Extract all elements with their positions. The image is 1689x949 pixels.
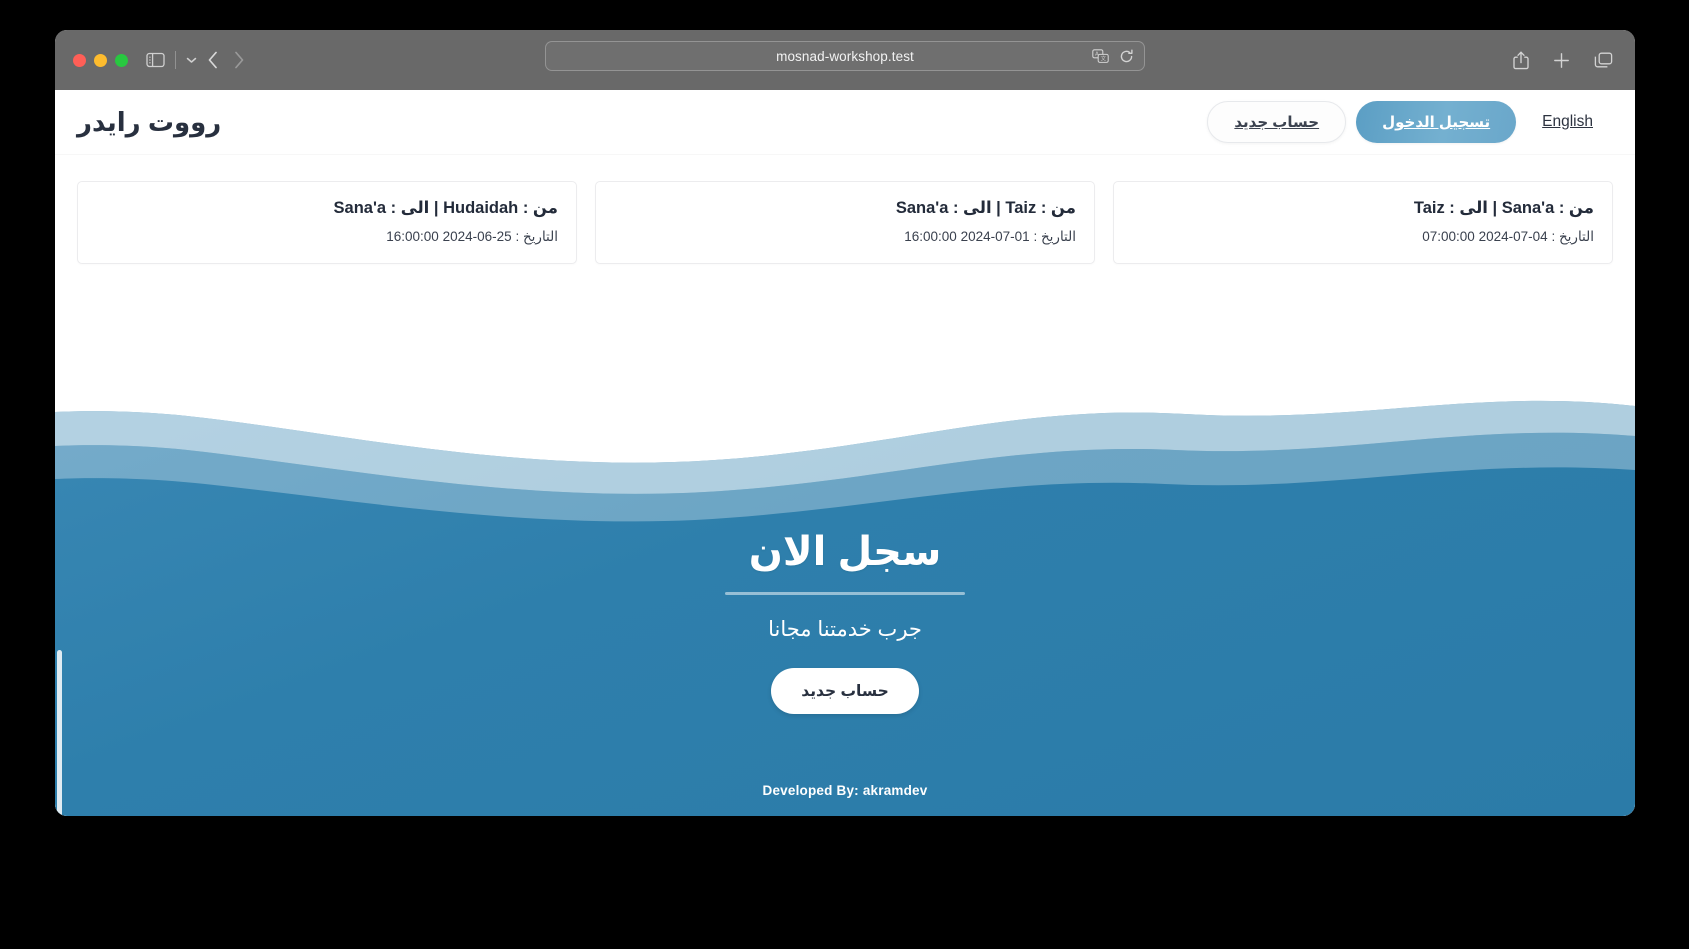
translate-icon[interactable]: A 文 [1092, 48, 1109, 64]
trip-date: التاريخ : 01-07-2024 16:00:00 [904, 228, 1076, 244]
nav-language-switcher[interactable]: English [1526, 113, 1609, 131]
address-bar[interactable]: mosnad-workshop.test A 文 [545, 41, 1145, 71]
hero-divider [725, 592, 965, 595]
hero-section: سجل الان جرب خدمتنا مجانا حساب جديد Deve… [55, 378, 1635, 816]
navigation-buttons [207, 51, 245, 69]
back-arrow-icon[interactable] [207, 51, 219, 69]
hero-title: سجل الان [748, 530, 942, 574]
desktop-backdrop: mosnad-workshop.test A 文 حساب جديد تسجيل… [0, 0, 1689, 949]
toolbar-right-actions [1513, 30, 1613, 90]
navbar-links: حساب جديد تسجيل الدخول English [1207, 101, 1609, 143]
tab-overview-icon[interactable] [1594, 52, 1613, 69]
maximize-window-button[interactable] [115, 53, 128, 67]
sidebar-toggle-group [146, 51, 197, 69]
site-brand-title[interactable]: رووت رايدر [77, 107, 221, 138]
hero-content: سجل الان جرب خدمتنا مجانا حساب جديد [55, 528, 1635, 714]
toolbar-divider [175, 51, 176, 69]
page-scrollbar[interactable] [57, 650, 62, 816]
forward-arrow-icon[interactable] [233, 51, 245, 69]
trip-route: من : Taiz | الى : Sana'a [895, 199, 1076, 217]
nav-login-button[interactable]: تسجيل الدخول [1356, 101, 1517, 143]
trip-card[interactable]: من : Hudaidah | الى : Sana'a التاريخ : 2… [77, 181, 577, 264]
browser-window: mosnad-workshop.test A 文 حساب جديد تسجيل… [55, 30, 1635, 816]
nav-register-button[interactable]: حساب جديد [1207, 101, 1347, 143]
address-bar-container: mosnad-workshop.test A 文 [545, 41, 1145, 71]
share-icon[interactable] [1513, 51, 1529, 70]
address-bar-actions: A 文 [1092, 42, 1134, 70]
chevron-down-icon[interactable] [186, 56, 197, 64]
hero-register-button[interactable]: حساب جديد [771, 668, 919, 714]
url-text: mosnad-workshop.test [776, 48, 914, 64]
hero-subtitle: جرب خدمتنا مجانا [768, 618, 922, 641]
trips-list: من : Sana'a | الى : Taiz التاريخ : 04-07… [55, 155, 1635, 378]
trip-route: من : Hudaidah | الى : Sana'a [333, 199, 558, 217]
sidebar-icon[interactable] [146, 52, 165, 68]
trip-card[interactable]: من : Taiz | الى : Sana'a التاريخ : 01-07… [595, 181, 1095, 264]
close-window-button[interactable] [73, 53, 86, 67]
wave-decoration-icon [55, 378, 1635, 522]
trip-date: التاريخ : 25-06-2024 16:00:00 [386, 228, 558, 244]
browser-toolbar: mosnad-workshop.test A 文 [55, 30, 1635, 90]
page-viewport: حساب جديد تسجيل الدخول English رووت رايد… [55, 90, 1635, 816]
site-navbar: حساب جديد تسجيل الدخول English رووت رايد… [55, 90, 1635, 155]
svg-text:文: 文 [1101, 54, 1107, 62]
reload-icon[interactable] [1119, 49, 1134, 64]
minimize-window-button[interactable] [94, 53, 107, 67]
window-controls [73, 53, 128, 67]
footer-credit: Developed By: akramdev [762, 783, 928, 798]
trip-date: التاريخ : 04-07-2024 07:00:00 [1422, 228, 1594, 244]
trip-card[interactable]: من : Sana'a | الى : Taiz التاريخ : 04-07… [1113, 181, 1613, 264]
plus-icon[interactable] [1553, 52, 1570, 69]
trip-route: من : Sana'a | الى : Taiz [1413, 199, 1594, 217]
